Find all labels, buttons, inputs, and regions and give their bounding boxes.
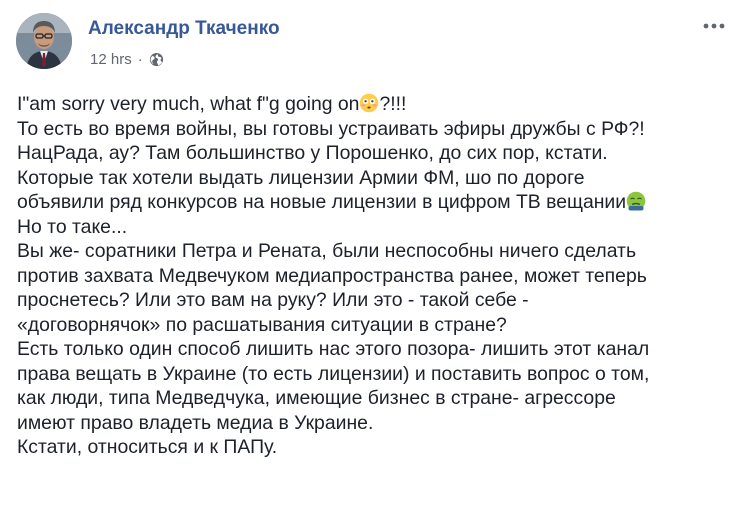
more-options-icon[interactable] [700,18,728,34]
post-line: против захвата Медвечуком медиапространс… [17,264,732,289]
globe-icon[interactable] [149,52,164,67]
post-line: Вы же- соратники Петра и Рената, были не… [17,239,732,264]
post-line: проснетесь? Или это вам на руку? Или это… [17,288,732,313]
post-line: Кстати, относиться и к ПАПу. [17,435,732,460]
post-line: Которые так хотели выдать лицензии Армии… [17,166,732,191]
author-name[interactable]: Александр Ткаченко [88,18,280,40]
post-line: То есть во время войны, вы готовы устраи… [17,117,732,142]
post-line: объявили ряд конкурсов на новые лицензии… [17,190,732,215]
post-line-text: против захвата Медвечуком медиапространс… [17,264,647,287]
post-line-text: То есть во время войны, вы готовы устраи… [17,117,645,140]
post-line: I"am sorry very much, what f"g going on … [17,92,732,117]
post-line-text: проснетесь? Или это вам на руку? Или это… [17,289,529,311]
timestamp[interactable]: 12 hrs [90,51,132,68]
post-line: как люди, типа Медведчука, имеющие бизне… [17,386,732,411]
nauseated-face-emoji [626,191,646,211]
post-line-text: как люди, типа Медведчука, имеющие бизне… [17,387,616,409]
facebook-post: Александр Ткаченко 12 hrs · I"am sorry v… [0,0,740,524]
post-line-text: Вы же- соратники Петра и Рената, были не… [17,240,637,262]
post-line-text: Кстати, относиться и к ПАПу. [17,436,278,458]
post-line-text: Но то таке... [17,215,128,238]
meta-separator: · [137,51,143,68]
post-line: НацРада, ау? Там большинство у Порошенко… [17,141,732,166]
post-line-text: ?!!! [379,93,407,115]
post-line-text: «договорнячок» по расшатывания ситуации … [17,313,507,336]
post-line-text: Есть только один способ лишить нас этого… [17,338,650,360]
post-line: права вещать в Украине (то есть лицензии… [17,362,732,387]
avatar-photo [16,13,72,69]
post-line: имеют право владеть медиа в Украине. [17,411,732,436]
post-line: Есть только один способ лишить нас этого… [17,337,732,362]
post-line-text: НацРада, ау? Там большинство у Порошенко… [17,142,608,164]
post-line-text: I"am sorry very much, what f"g going on [17,93,360,115]
avatar[interactable] [16,13,72,69]
post-line: «договорнячок» по расшатывания ситуации … [17,313,732,338]
post-line-text: имеют право владеть медиа в Украине. [17,411,374,434]
post-line: Но то таке... [17,215,732,240]
post-line-text: объявили ряд конкурсов на новые лицензии… [17,191,627,213]
flushed-face-emoji [359,93,379,113]
post-text: I"am sorry very much, what f"g going on … [17,92,732,460]
post-line-text: Которые так хотели выдать лицензии Армии… [17,166,585,189]
post-line-text: права вещать в Украине (то есть лицензии… [17,362,650,385]
post-meta: 12 hrs · [90,51,164,68]
